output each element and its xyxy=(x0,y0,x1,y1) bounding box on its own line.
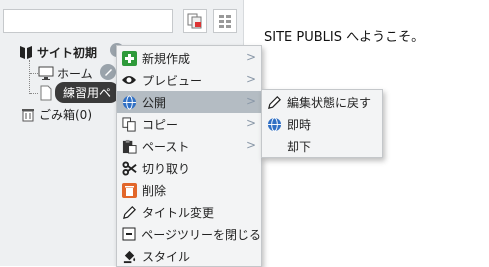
menu-item-paste[interactable]: ペースト > xyxy=(117,135,261,157)
pencil-icon xyxy=(100,64,116,80)
tree-connector xyxy=(29,60,30,94)
tree-node-home[interactable]: ホーム xyxy=(38,63,93,83)
submenu-item-revert-edit[interactable]: 編集状態に戻す xyxy=(262,91,382,113)
submenu-item-immediate[interactable]: 即時 xyxy=(262,113,382,135)
globe-icon xyxy=(121,94,137,110)
publish-submenu: 編集状態に戻す 即時 却下 xyxy=(261,89,383,158)
paste-icon xyxy=(121,138,137,154)
submenu-arrow-icon: > xyxy=(245,50,256,64)
trash-icon xyxy=(121,182,137,198)
page-icon xyxy=(38,85,54,101)
menu-item-preview[interactable]: プレビュー > xyxy=(117,69,261,91)
tree-node-label: ごみ箱(0) xyxy=(39,107,92,122)
collapse-icon xyxy=(121,226,136,242)
tree-node-label: サイト初期 xyxy=(37,45,98,60)
copy-icon xyxy=(121,116,137,132)
grid-icon xyxy=(219,15,231,28)
menu-item-cut[interactable]: 切り取り xyxy=(117,157,261,179)
trash-bin-icon xyxy=(20,106,36,122)
copy-pages-icon xyxy=(187,13,202,29)
copy-pages-button[interactable] xyxy=(183,9,207,33)
menu-item-delete[interactable]: 削除 xyxy=(117,179,261,201)
submenu-arrow-icon: > xyxy=(245,94,256,108)
pencil-icon xyxy=(266,94,282,110)
tree-connector xyxy=(30,73,38,74)
paint-bucket-icon xyxy=(121,248,137,264)
tree-node-tooltip: 練習用ペ xyxy=(55,82,119,103)
scissors-icon xyxy=(121,160,137,176)
monitor-icon xyxy=(38,65,54,81)
tree-node-site[interactable]: サイト初期 xyxy=(18,42,97,62)
tree-connector xyxy=(30,93,38,94)
menu-item-publish[interactable]: 公開 > xyxy=(117,91,261,113)
pencil-icon xyxy=(121,204,137,220)
search-input[interactable] xyxy=(3,9,173,33)
menu-item-copy[interactable]: コピー > xyxy=(117,113,261,135)
menu-item-new[interactable]: 新規作成 > xyxy=(117,47,261,69)
globe-icon xyxy=(266,116,282,132)
plus-icon xyxy=(121,50,137,66)
menu-item-style[interactable]: スタイル xyxy=(117,245,261,267)
submenu-arrow-icon: > xyxy=(245,116,256,130)
tree-node-trash[interactable]: ごみ箱(0) xyxy=(20,104,92,124)
site-book-icon xyxy=(18,44,34,60)
submenu-item-reject[interactable]: 却下 xyxy=(262,135,382,157)
menu-item-rename[interactable]: タイトル変更 xyxy=(117,201,261,223)
submenu-arrow-icon: > xyxy=(245,138,256,152)
tree-node-label: ホーム xyxy=(57,66,93,81)
grid-view-button[interactable] xyxy=(213,9,237,33)
submenu-arrow-icon: > xyxy=(245,72,256,86)
eye-icon xyxy=(121,72,137,88)
context-menu: 新規作成 > プレビュー > 公開 > コピー > ペースト > 切り取り 削除… xyxy=(116,45,262,267)
menu-item-close-tree[interactable]: ページツリーを閉じる xyxy=(117,223,261,245)
welcome-message: SITE PUBLIS へようこそ。 xyxy=(264,30,425,45)
